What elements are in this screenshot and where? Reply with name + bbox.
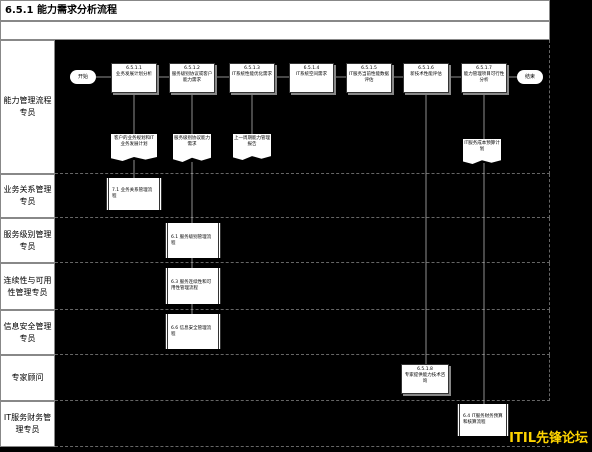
lane-label-sla: 服务级别管理专员 bbox=[0, 218, 55, 263]
step-box: 6.5.1.2 服务级别协议或客户能力需求 bbox=[169, 63, 215, 93]
step-box: 6.5.1.6 新技术性能评估 bbox=[403, 63, 449, 93]
lane-label-security: 信息安全管理专员 bbox=[0, 310, 55, 355]
lane-area bbox=[55, 218, 550, 263]
subprocess-box: 7.1 业务关系管理流程 bbox=[106, 178, 162, 210]
watermark-text: ITIL先锋论坛 bbox=[509, 431, 588, 446]
step-label: 新技术性能评估 bbox=[410, 72, 442, 77]
start-terminal: 开始 bbox=[70, 70, 96, 84]
lane-area bbox=[55, 310, 550, 355]
end-terminal: 结束 bbox=[517, 70, 543, 84]
step-box: 6.5.1.1 业务发展计划分析 bbox=[111, 63, 157, 93]
page-title: 6.5.1 能力需求分析流程 bbox=[0, 0, 550, 21]
header-bar bbox=[0, 21, 550, 40]
step-box: 6.5.1.3 IT系统性能优化需求 bbox=[229, 63, 275, 93]
document-shape: 客户的业务规划和IT业务发展计划 bbox=[111, 134, 157, 161]
step-box: 6.5.1.8 专家提供能力技术咨询 bbox=[401, 364, 449, 394]
step-box: 6.5.1.7 能力管理项目可行性分析 bbox=[461, 63, 507, 93]
step-label: 专家提供能力技术咨询 bbox=[404, 373, 446, 384]
step-box: 6.5.1.4 IT系统空间需求 bbox=[289, 63, 334, 93]
step-label: 能力管理项目可行性分析 bbox=[463, 72, 505, 83]
lane-label-capacity: 能力管理流程专员 bbox=[0, 40, 55, 174]
lane-label-expert: 专家顾问 bbox=[0, 355, 55, 401]
subprocess-box: 6.3 服务连续性和可用性管理流程 bbox=[165, 268, 221, 304]
step-label: IT系统空间需求 bbox=[295, 72, 328, 77]
step-label: 服务级别协议或客户能力需求 bbox=[171, 72, 213, 83]
lane-area bbox=[55, 263, 550, 310]
subprocess-box: 6.4 IT服务财务预算和核算流程 bbox=[457, 404, 509, 436]
document-shape: IT服务成本预算计划 bbox=[463, 139, 501, 164]
step-box: 6.5.1.5 IT服务当前性能数据评估 bbox=[346, 63, 392, 93]
lane-label-business: 业务关系管理专员 bbox=[0, 174, 55, 218]
subprocess-box: 6.1 服务级别管理流程 bbox=[165, 223, 221, 258]
lane-label-continuity: 连续性与可用性管理专员 bbox=[0, 263, 55, 310]
step-label: IT系统性能优化需求 bbox=[231, 72, 273, 77]
lane-area bbox=[55, 355, 550, 401]
subprocess-box: 6.6 信息安全管理流程 bbox=[165, 314, 221, 349]
step-label: 业务发展计划分析 bbox=[116, 72, 152, 77]
step-label: IT服务当前性能数据评估 bbox=[348, 72, 390, 83]
lane-label-finance: IT服务财务管理专员 bbox=[0, 401, 55, 447]
